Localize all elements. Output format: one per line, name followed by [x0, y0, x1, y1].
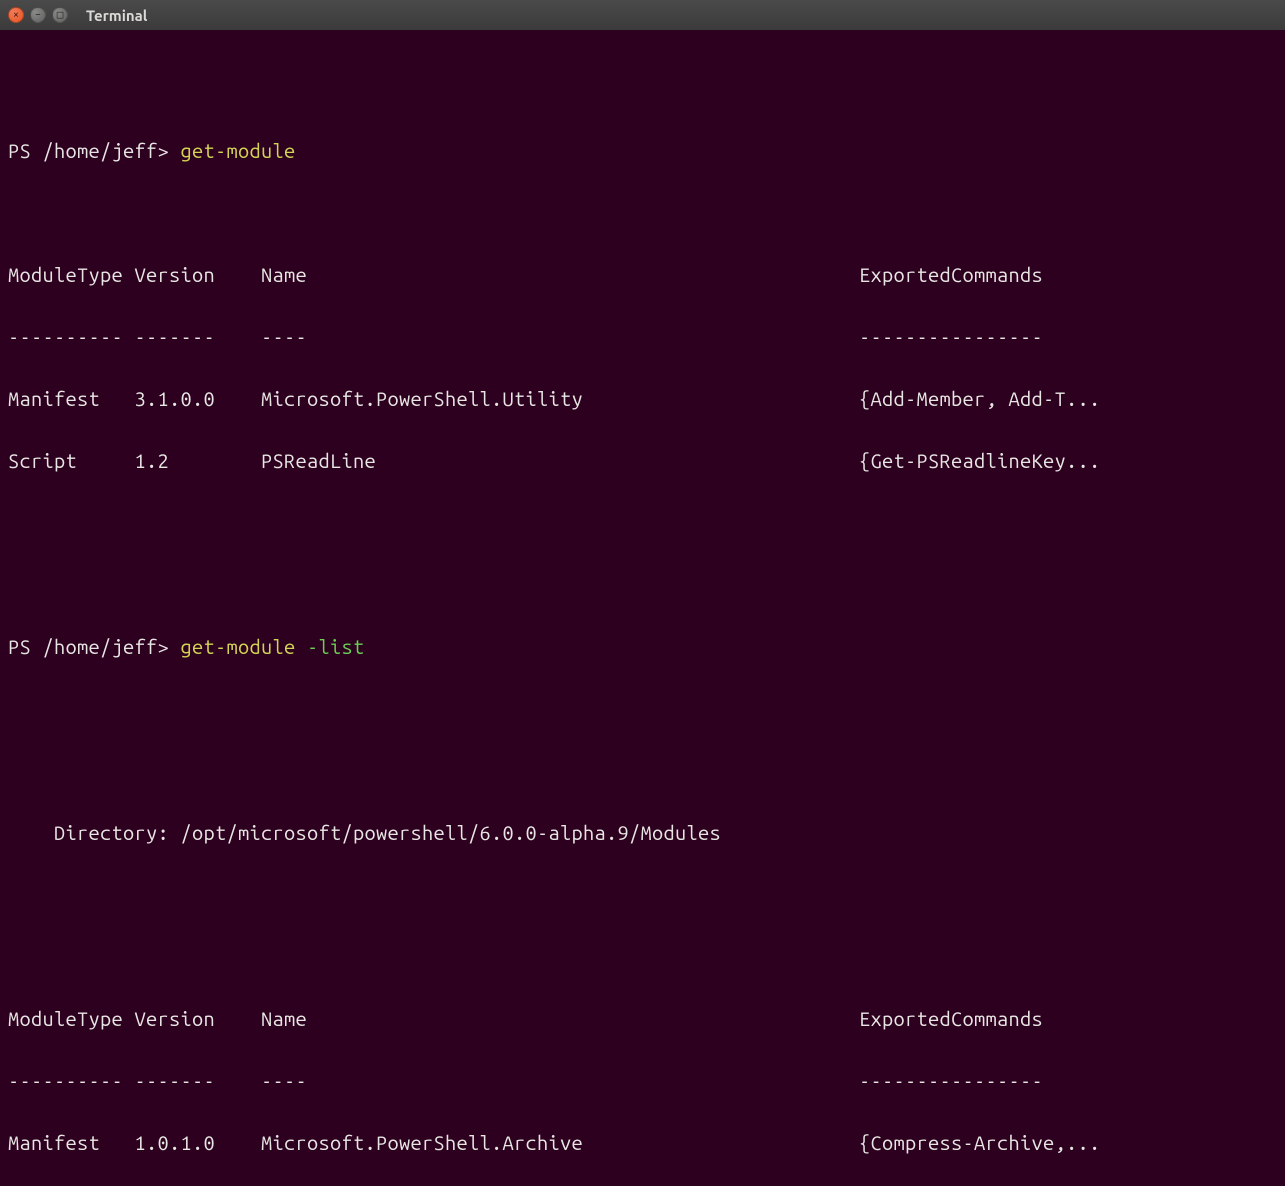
- table-divider: ---------- ------- ---- ----------------: [8, 321, 1277, 352]
- directory-line: Directory: /opt/microsoft/powershell/6.0…: [8, 817, 1277, 848]
- terminal-output[interactable]: PS /home/jeff> get-module ModuleType Ver…: [0, 30, 1285, 1186]
- prompt-text: PS /home/jeff>: [8, 635, 181, 658]
- minimize-icon[interactable]: –: [30, 7, 46, 23]
- blank-line: [8, 755, 1277, 786]
- window-title: Terminal: [86, 7, 147, 24]
- prompt-line-1: PS /home/jeff> get-module: [8, 135, 1277, 166]
- blank-line: [8, 569, 1277, 600]
- prompt-line-2: PS /home/jeff> get-module -list: [8, 631, 1277, 662]
- blank-line: [8, 73, 1277, 104]
- blank-line: [8, 879, 1277, 910]
- table-row: Manifest 1.0.1.0 Microsoft.PowerShell.Ar…: [8, 1127, 1277, 1158]
- table-header: ModuleType Version Name ExportedCommands: [8, 259, 1277, 290]
- table-divider: ---------- ------- ---- ----------------: [8, 1065, 1277, 1096]
- blank-line: [8, 197, 1277, 228]
- command-param: -list: [307, 635, 365, 658]
- prompt-text: PS /home/jeff>: [8, 139, 181, 162]
- command-text: get-module: [181, 635, 308, 658]
- blank-line: [8, 507, 1277, 538]
- blank-line: [8, 693, 1277, 724]
- blank-line: [8, 941, 1277, 972]
- window-titlebar: × – □ Terminal: [0, 0, 1285, 30]
- maximize-icon[interactable]: □: [52, 7, 68, 23]
- command-text: get-module: [181, 139, 296, 162]
- table-row: Manifest 3.1.0.0 Microsoft.PowerShell.Ut…: [8, 383, 1277, 414]
- table-row: Script 1.2 PSReadLine {Get-PSReadlineKey…: [8, 445, 1277, 476]
- table-header: ModuleType Version Name ExportedCommands: [8, 1003, 1277, 1034]
- close-icon[interactable]: ×: [8, 7, 24, 23]
